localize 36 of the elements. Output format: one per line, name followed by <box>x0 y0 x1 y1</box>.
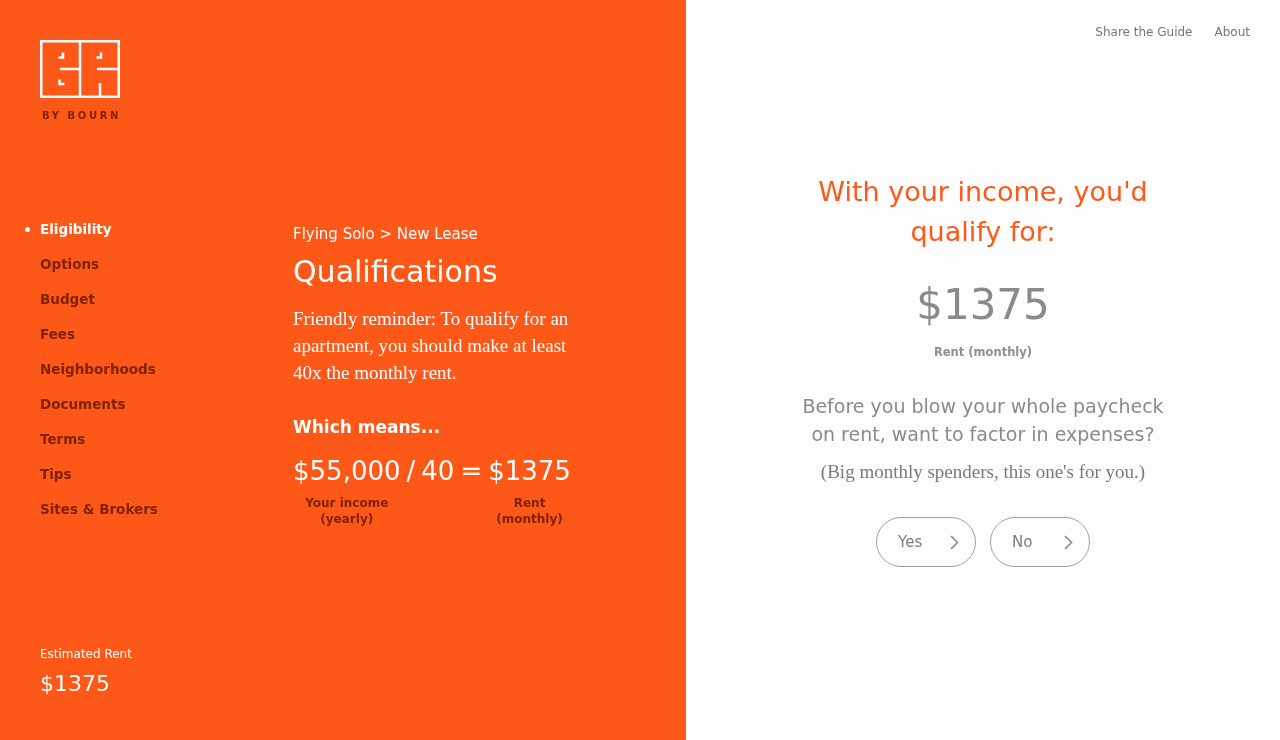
equation-operator: / <box>406 455 416 488</box>
floor-plan-logo-icon <box>40 40 120 98</box>
bullet-icon <box>25 226 30 232</box>
top-nav-link[interactable]: About <box>1214 23 1250 41</box>
nav-link[interactable]: Documents <box>40 394 126 414</box>
equation-operator: = <box>460 455 483 488</box>
subheading: Which means... <box>293 416 441 438</box>
nav-link[interactable]: Tips <box>40 464 72 484</box>
breadcrumb: Flying Solo > New Lease <box>293 224 478 244</box>
page-title: Qualifications <box>293 253 498 291</box>
reminder-text: Friendly reminder: To qualify for an apartment, you should make at least 40x the monthly rent. <box>293 307 570 385</box>
equation-value: $55,000 <box>293 455 401 488</box>
estimate-value: $1375 <box>40 670 110 698</box>
equation-caption: Rent (monthly) <box>495 495 564 527</box>
brand-tagline: BY BOURN <box>42 109 121 123</box>
nav-link[interactable]: Fees <box>40 324 76 344</box>
note-text: (Big monthly spenders, this one's for you.) <box>820 460 1146 484</box>
nav-link[interactable]: Terms <box>40 429 86 449</box>
answer-button[interactable]: Yes <box>876 517 976 567</box>
nav-link[interactable]: Options <box>40 254 100 274</box>
answer-button[interactable]: No <box>990 517 1090 567</box>
nav-link[interactable]: Budget <box>40 289 95 309</box>
chevron-right-icon <box>1064 534 1073 550</box>
result-caption: Rent (monthly) <box>933 344 1033 361</box>
equation-value: $1375 <box>488 455 571 488</box>
nav-link[interactable]: Sites & Brokers <box>40 499 158 519</box>
nav-link[interactable]: Neighborhoods <box>40 359 156 379</box>
equation-value: 40 <box>421 455 455 488</box>
result-heading: With your income, you'd qualify for: <box>817 175 1149 249</box>
nav-link[interactable]: Eligibility <box>40 219 112 239</box>
question-text: Before you blow your whole paycheck on rent, want to factor in expenses? <box>801 394 1165 447</box>
top-nav-link[interactable]: Share the Guide <box>1095 23 1193 41</box>
equation-caption: Your income (yearly) <box>304 495 390 527</box>
estimate-label: Estimated Rent <box>40 646 132 663</box>
result-amount: $1375 <box>916 279 1050 331</box>
chevron-right-icon <box>950 534 959 550</box>
